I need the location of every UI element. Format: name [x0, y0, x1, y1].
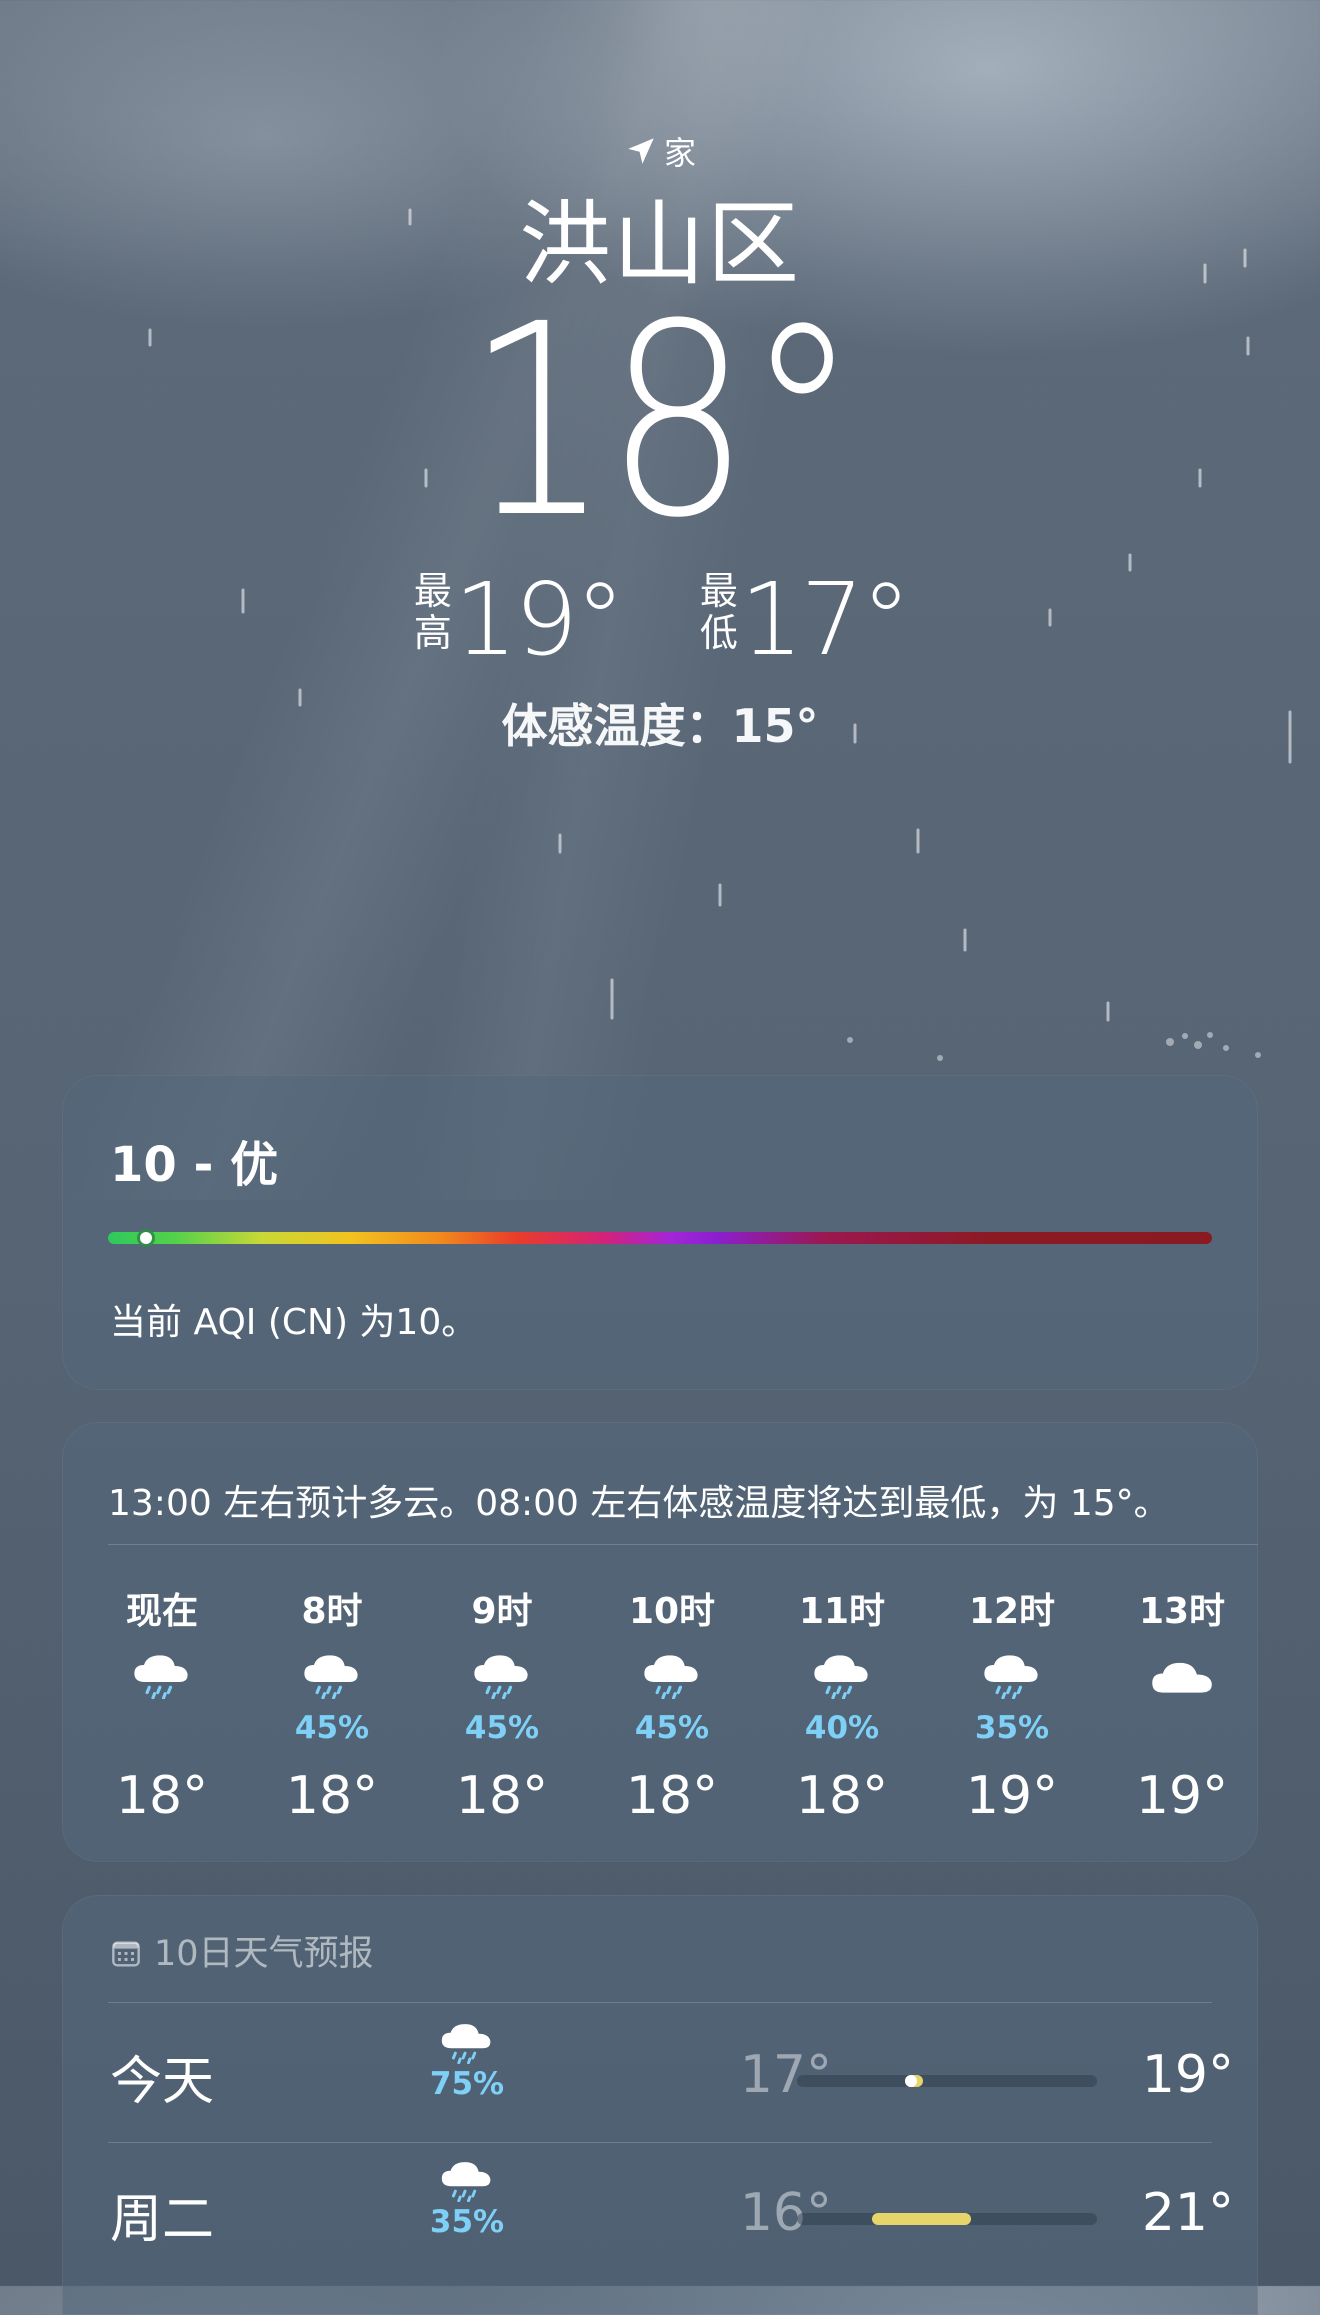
- precipitation-probability: 35%: [974, 1710, 1050, 1746]
- hourly-item: 9时 45% 18°: [432, 1582, 572, 1826]
- precipitation-probability: [92, 1708, 232, 1748]
- location-tag-label: 家: [663, 134, 696, 172]
- hour-temperature: 18°: [285, 1766, 379, 1826]
- precipitation-probability: 45%: [294, 1710, 370, 1746]
- daily-row[interactable]: 今天 75% 17° 19°: [62, 2005, 1258, 2143]
- hourly-item: 11时 40% 18°: [772, 1582, 912, 1826]
- temperature-range-track: [797, 2213, 1097, 2225]
- hourly-item: 10时 45% 18°: [602, 1582, 742, 1826]
- day-name: 周二: [110, 2190, 215, 2250]
- high-temperature-group: 最高19°: [412, 561, 625, 678]
- day-high-temperature: 21°: [1141, 2183, 1234, 2243]
- aqi-scale-bar: [108, 1232, 1212, 1244]
- precipitation-probability: 45%: [464, 1710, 540, 1746]
- temperature-range-track: [797, 2075, 1097, 2087]
- daily-divider: [108, 2002, 1212, 2003]
- daily-forecast-title: 10日天气预报: [154, 1934, 374, 1974]
- rain-cloud-icon: [942, 1650, 1082, 1708]
- aqi-title: 10 - 优: [110, 1137, 279, 1193]
- rain-cloud-icon: [772, 1650, 912, 1708]
- hour-label: 9时: [471, 1591, 533, 1632]
- precipitation-probability: 45%: [634, 1710, 710, 1746]
- hour-label: 13时: [1138, 1591, 1226, 1632]
- daily-row[interactable]: 周二 35% 16° 21°: [62, 2143, 1258, 2281]
- rain-cloud-icon: 75%: [412, 2019, 522, 2102]
- daily-forecast-card[interactable]: 10日天气预报 今天 75% 17° 19° 周二 35% 16° 21°: [62, 1895, 1258, 2315]
- hourly-forecast-card[interactable]: 13:00 左右预计多云。08:00 左右体感温度将达到最低，为 15°。 现在…: [62, 1422, 1258, 1862]
- hourly-item: 现在 18°: [92, 1582, 232, 1826]
- hour-temperature: 19°: [965, 1766, 1059, 1826]
- high-temperature: 19°: [453, 561, 625, 678]
- hour-temperature: 19°: [1135, 1766, 1229, 1826]
- precipitation-probability: [1112, 1708, 1252, 1748]
- cloud-icon: [1112, 1650, 1252, 1708]
- day-name: 今天: [110, 2052, 215, 2112]
- hourly-item: 13时 19°: [1112, 1582, 1252, 1826]
- current-temperature: 18°: [465, 268, 860, 576]
- aqi-description: 当前 AQI (CN) 为10。: [110, 1302, 478, 1343]
- location-tag: 家: [0, 128, 1320, 174]
- temperature-range-bar: [872, 2213, 971, 2225]
- hour-label: 11时: [798, 1591, 886, 1632]
- rain-cloud-icon: [262, 1650, 402, 1708]
- hourly-summary: 13:00 左右预计多云。08:00 左右体感温度将达到最低，为 15°。: [108, 1483, 1170, 1524]
- air-quality-card[interactable]: 10 - 优 当前 AQI (CN) 为10。: [62, 1075, 1258, 1390]
- low-label: 最低: [699, 569, 738, 655]
- aqi-indicator-dot: [140, 1232, 152, 1244]
- high-low-temperature: 最高19° 最低17°: [0, 570, 1320, 670]
- hour-temperature: 18°: [795, 1766, 889, 1826]
- rain-cloud-icon: [432, 1650, 572, 1708]
- location-arrow-icon: [628, 138, 654, 164]
- hourly-item: 12时 35% 19°: [942, 1582, 1082, 1826]
- precipitation-probability: 40%: [804, 1710, 880, 1746]
- precipitation-probability: 75%: [429, 2066, 505, 2102]
- rain-cloud-icon: [602, 1650, 742, 1708]
- hour-temperature: 18°: [625, 1766, 719, 1826]
- hour-label: 8时: [301, 1591, 363, 1632]
- rain-cloud-icon: [92, 1650, 232, 1708]
- hour-temperature: 18°: [455, 1766, 549, 1826]
- feels-like: 体感温度：15°: [501, 699, 819, 753]
- hour-label: 12时: [968, 1591, 1056, 1632]
- hour-label: 现在: [125, 1591, 198, 1632]
- current-temperature-dot: [905, 2075, 917, 2087]
- day-high-temperature: 19°: [1141, 2045, 1234, 2105]
- hourly-divider: [108, 1544, 1258, 1545]
- daily-forecast-header: 10日天气预报: [110, 1925, 374, 1976]
- rain-cloud-icon: 35%: [412, 2157, 522, 2240]
- precipitation-probability: 35%: [429, 2204, 505, 2240]
- high-label: 最高: [413, 569, 452, 655]
- hourly-item: 8时 45% 18°: [262, 1582, 402, 1826]
- hour-temperature: 18°: [115, 1766, 209, 1826]
- hour-label: 10时: [628, 1591, 716, 1632]
- calendar-icon: [112, 1941, 140, 1967]
- low-temperature-group: 最低17°: [698, 561, 911, 678]
- low-temperature: 17°: [739, 561, 911, 678]
